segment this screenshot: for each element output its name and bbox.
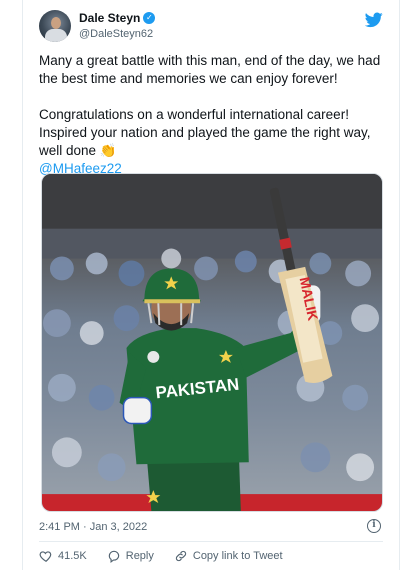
tweet-text-paragraph-2: Congratulations on a wonderful internati…: [39, 106, 389, 160]
author-name-row[interactable]: Dale Steyn ✓: [79, 11, 156, 25]
heart-icon: [39, 551, 52, 562]
copy-link-label: Copy link to Tweet: [192, 550, 283, 562]
tweet-text-paragraph-1: Many a great battle with this man, end o…: [39, 53, 381, 86]
author-handle[interactable]: @DaleSteyn62: [79, 28, 153, 40]
reply-icon: [108, 550, 120, 563]
tweet-actions: 41.5K Reply Copy link to Tweet: [39, 549, 303, 563]
avatar[interactable]: [39, 10, 71, 42]
author-display-name[interactable]: Dale Steyn: [79, 11, 140, 25]
link-icon: [175, 550, 186, 562]
like-count: 41.5K: [58, 550, 87, 562]
info-icon[interactable]: i: [367, 519, 381, 533]
tweet-photo[interactable]: PAKISTAN MALIK: [41, 173, 383, 512]
player-figure: PAKISTAN MALIK: [119, 187, 333, 511]
divider: [39, 541, 383, 542]
reply-button[interactable]: Reply: [107, 549, 154, 563]
verified-badge-icon: ✓: [143, 12, 156, 24]
tweet-card: Dale Steyn ✓ @DaleSteyn62 Many a great b…: [22, 0, 400, 570]
reply-label: Reply: [125, 550, 154, 562]
tweet-header: Dale Steyn ✓ @DaleSteyn62: [39, 10, 385, 50]
like-button[interactable]: 41.5K: [39, 549, 87, 563]
tweet-timestamp[interactable]: 2:41 PM · Jan 3, 2022: [39, 521, 147, 533]
clapping-hands-emoji: 👏: [99, 143, 117, 158]
twitter-bird-icon[interactable]: [365, 12, 383, 28]
tweet-text: Many a great battle with this man, end o…: [39, 52, 389, 178]
copy-link-button[interactable]: Copy link to Tweet: [174, 549, 283, 563]
tweet-text-paragraph-2-body: Congratulations on a wonderful internati…: [39, 107, 371, 158]
